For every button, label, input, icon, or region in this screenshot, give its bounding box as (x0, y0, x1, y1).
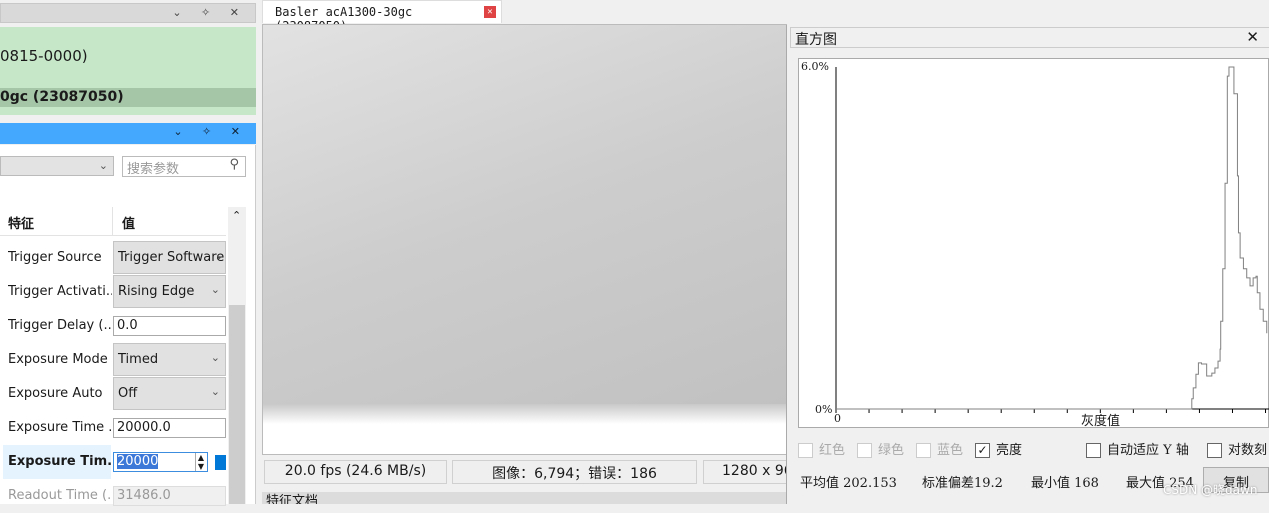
watermark: CSDN @晓dawn (1163, 483, 1258, 497)
table-header: 特征 值 (0, 207, 226, 236)
visibility-combo[interactable]: ⌄ (0, 156, 114, 176)
feature-label: Readout Time (... (8, 488, 112, 503)
feature-row-exposure-time-raw[interactable]: Exposure Tim... 20000 ▲ ▼ (0, 445, 230, 479)
status-fps: 20.0 fps (24.6 MB/s) (264, 460, 447, 484)
checkmark-icon[interactable]: ✓ (975, 443, 990, 458)
histogram-titlebar: 直方图 ✕ (790, 27, 1269, 48)
close-icon[interactable]: ✕ (1246, 28, 1259, 46)
value-field[interactable]: 0.0 (113, 316, 226, 336)
chevron-down-icon: ⌄ (98, 159, 108, 172)
bottom-panel-header: 特征文档 (262, 492, 787, 504)
search-input[interactable]: 搜索参数 ⚲ (122, 156, 246, 177)
scrollbar-thumb[interactable] (229, 305, 245, 504)
histogram-title: 直方图 (795, 32, 837, 48)
value-combo[interactable]: Timed ⌄ (113, 343, 226, 376)
feature-label: Trigger Activati... (8, 284, 112, 299)
feature-row-trigger-activation[interactable]: Trigger Activati... Rising Edge ⌄ (0, 275, 230, 309)
device-item-selected[interactable]: 0gc (23087050) (0, 88, 256, 107)
feature-row-trigger-delay[interactable]: Trigger Delay (... 0.0 (0, 309, 230, 343)
feature-label: Exposure Time ... (8, 420, 112, 435)
features-panel-header: ⌄ ✧ ✕ (0, 123, 256, 144)
feature-row-readout-time: Readout Time (... 31486.0 (0, 479, 230, 513)
devices-list: 0815-0000) 0gc (23087050) (0, 27, 256, 115)
value-combo[interactable]: Trigger Software ⌄ (113, 241, 226, 274)
value-combo[interactable]: Off ⌄ (113, 377, 226, 410)
checkbox-log[interactable]: 对数刻 (1207, 439, 1267, 458)
histogram-series-brightness (836, 66, 1268, 410)
combo-value: Trigger Software (118, 250, 225, 265)
combo-value: Off (118, 386, 138, 401)
readonly-field: 31486.0 (113, 486, 226, 506)
checkbox-red[interactable]: 红色 (798, 439, 845, 458)
checkbox-label: 蓝色 (937, 443, 964, 458)
chevron-down-icon: ⌄ (210, 385, 220, 398)
value-field[interactable]: 20000.0 (113, 418, 226, 438)
feature-label: Trigger Source (8, 250, 102, 265)
spin-arrows-icon[interactable]: ▲ ▼ (194, 453, 206, 471)
device-item[interactable]: 0815-0000) (0, 47, 88, 65)
feature-row-exposure-time[interactable]: Exposure Time ... 20000.0 (0, 411, 230, 445)
checkbox-label: 亮度 (996, 443, 1023, 458)
histogram-plot: 6.0% 0% 0 灰度值 (798, 58, 1269, 429)
stat-std: 标准偏差19.2 (922, 476, 1003, 491)
checkbox-auto-y[interactable]: 自动适应 Y 轴 (1086, 439, 1189, 458)
chevron-down-icon: ⌄ (210, 351, 220, 364)
feature-row-exposure-auto[interactable]: Exposure Auto Off ⌄ (0, 377, 230, 411)
checkbox-label: 绿色 (878, 443, 905, 458)
search-placeholder: 搜索参数 (127, 162, 180, 177)
devices-panel-header: ⌄ ✧ ✕ (0, 3, 256, 23)
feature-label: Trigger Delay (... (8, 318, 112, 333)
col-feature: 特征 (8, 217, 35, 232)
checkbox-blue[interactable]: 蓝色 (916, 439, 963, 458)
scroll-up-icon[interactable]: ⌃ (232, 209, 241, 222)
chevron-down-icon: ⌄ (210, 283, 220, 296)
scrollbar[interactable]: ⌃ (228, 207, 246, 504)
checkbox-green[interactable]: 绿色 (857, 439, 904, 458)
checkbox-box[interactable] (916, 443, 931, 458)
histogram-chart (835, 66, 1269, 413)
panel-controls-icon[interactable]: ⌄ ✧ ✕ (172, 6, 247, 19)
feature-row-trigger-source[interactable]: Trigger Source Trigger Software ⌄ (0, 241, 230, 275)
value-spinbox[interactable]: 20000 ▲ ▼ (113, 452, 208, 472)
slider-handle[interactable] (215, 455, 226, 470)
feature-label: Exposure Tim... (8, 454, 112, 469)
close-icon[interactable]: ✕ (484, 6, 496, 18)
checkbox-label: 红色 (819, 443, 846, 458)
value-combo[interactable]: Rising Edge ⌄ (113, 275, 226, 308)
checkbox-label: 对数刻 (1228, 443, 1268, 458)
col-value: 值 (122, 217, 136, 232)
feature-label: Exposure Auto (8, 386, 103, 401)
status-resolution: 1280 x 96 (703, 460, 793, 484)
checkbox-box[interactable] (1207, 443, 1222, 458)
features-panel: ⌄ 搜索参数 ⚲ 特征 值 ⌃ Trigger Source Trigger So… (0, 145, 256, 506)
combo-value: Timed (118, 352, 159, 367)
camera-image-view[interactable] (262, 24, 787, 455)
checkbox-box[interactable] (1086, 443, 1101, 458)
combo-value: Rising Edge (118, 284, 195, 299)
checkbox-label: 自动适应 Y 轴 (1107, 443, 1189, 458)
status-images: 图像：6,794；错误：186 (452, 460, 697, 484)
chevron-down-icon: ⌄ (214, 249, 224, 262)
tab-camera[interactable]: Basler acA1300-30gc (23087050) ✕ (262, 0, 502, 33)
feature-label: Exposure Mode (8, 352, 108, 367)
checkbox-box[interactable] (798, 443, 813, 458)
stat-mean: 平均值 202.153 (800, 476, 897, 491)
feature-row-exposure-mode[interactable]: Exposure Mode Timed ⌄ (0, 343, 230, 377)
checkbox-box[interactable] (857, 443, 872, 458)
checkbox-brightness[interactable]: ✓ 亮度 (975, 439, 1022, 458)
stat-min: 最小值 168 (1031, 476, 1099, 491)
panel-controls-icon[interactable]: ⌄ ✧ ✕ (173, 125, 248, 138)
search-icon: ⚲ (229, 157, 239, 172)
spin-value: 20000 (117, 454, 159, 469)
